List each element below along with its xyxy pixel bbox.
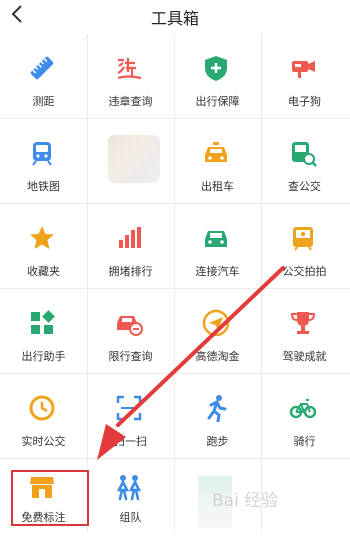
- trophy-icon: [290, 312, 316, 334]
- tool-congestion-rank[interactable]: 拥堵排行: [87, 204, 174, 288]
- scan-icon: [116, 395, 142, 421]
- tool-label: 驾驶成就: [282, 350, 327, 363]
- tool-running[interactable]: 跑步: [174, 374, 261, 458]
- star-icon: [30, 226, 54, 249]
- tool-amap-gold[interactable]: 高德淘金: [174, 289, 261, 373]
- car-limit-icon: [117, 316, 143, 336]
- paper-plane-icon: [202, 309, 230, 337]
- tool-label: 限行查询: [108, 350, 153, 363]
- taxi-icon: [205, 142, 227, 162]
- tool-cycling[interactable]: 骑行: [261, 374, 348, 458]
- blurred-icon: [108, 135, 160, 183]
- tool-label: 出租车: [201, 180, 234, 193]
- shield-plus-icon: [205, 56, 227, 81]
- tool-label: 骑行: [293, 435, 316, 448]
- tool-driving-achievement[interactable]: 驾驶成就: [261, 289, 348, 373]
- clock-icon: [29, 395, 55, 421]
- tool-bus-photo[interactable]: 公交拍拍: [261, 204, 348, 288]
- tool-label: 地铁图: [27, 180, 60, 193]
- watermark-text: Bai 经验: [212, 491, 279, 511]
- ruler-icon: [30, 56, 54, 80]
- bar-chart-icon: [119, 227, 141, 248]
- tool-travel-protection[interactable]: 出行保障: [174, 34, 261, 118]
- highlight-box: [11, 470, 89, 526]
- tool-subway-map[interactable]: 地铁图: [0, 119, 87, 203]
- tool-violation-query[interactable]: 违章查询: [87, 34, 174, 118]
- tool-label: 违章查询: [108, 95, 153, 108]
- bus-search-icon: [292, 142, 317, 167]
- tool-traffic-limit[interactable]: 限行查询: [87, 289, 174, 373]
- car-icon: [205, 231, 227, 247]
- tool-label: 测距: [32, 95, 55, 108]
- tool-ruler[interactable]: 测距: [0, 34, 87, 118]
- tool-label: 拥堵排行: [108, 265, 153, 278]
- tool-connect-car[interactable]: 连接汽车: [174, 204, 261, 288]
- violation-icon: [117, 58, 142, 80]
- tool-label: 高德淘金: [195, 350, 240, 363]
- tool-label: 电子狗: [288, 95, 321, 108]
- bicycle-icon: [289, 399, 317, 419]
- tool-label: 连接汽车: [195, 265, 240, 278]
- tool-label: 组队: [119, 511, 142, 524]
- tool-grid: 测距 违章查询 出行保障 电子狗 地铁图 出租车 查公交 收藏夹 拥堵排行 连接…: [0, 34, 350, 533]
- top-bar: 工具箱: [0, 0, 350, 34]
- tool-label: 出行保障: [195, 95, 240, 108]
- tool-travel-assistant[interactable]: 出行助手: [0, 289, 87, 373]
- subway-icon: [32, 142, 52, 166]
- tool-label: 收藏夹: [27, 265, 60, 278]
- camera-icon: [292, 61, 315, 78]
- tool-team-up[interactable]: 组队: [87, 459, 174, 543]
- tool-bus-search[interactable]: 查公交: [261, 119, 348, 203]
- tool-realtime-bus[interactable]: 实时公交: [0, 374, 87, 458]
- team-icon: [116, 475, 142, 501]
- tool-label: 公交拍拍: [282, 265, 327, 278]
- tool-scan[interactable]: 扫一扫: [87, 374, 174, 458]
- page-title: 工具箱: [150, 9, 199, 28]
- running-icon: [207, 395, 227, 422]
- tool-label: 跑步: [206, 435, 229, 448]
- tool-e-dog[interactable]: 电子狗: [261, 34, 348, 118]
- tool-label: 出行助手: [21, 350, 66, 363]
- tool-label: 扫一扫: [114, 435, 147, 448]
- grid-add-icon: [31, 310, 55, 334]
- bus-camera-icon: [293, 227, 313, 251]
- tool-favorites[interactable]: 收藏夹: [0, 204, 87, 288]
- tool-label: 实时公交: [21, 435, 66, 448]
- tool-label: 查公交: [288, 180, 321, 193]
- tool-taxi[interactable]: 出租车: [174, 119, 261, 203]
